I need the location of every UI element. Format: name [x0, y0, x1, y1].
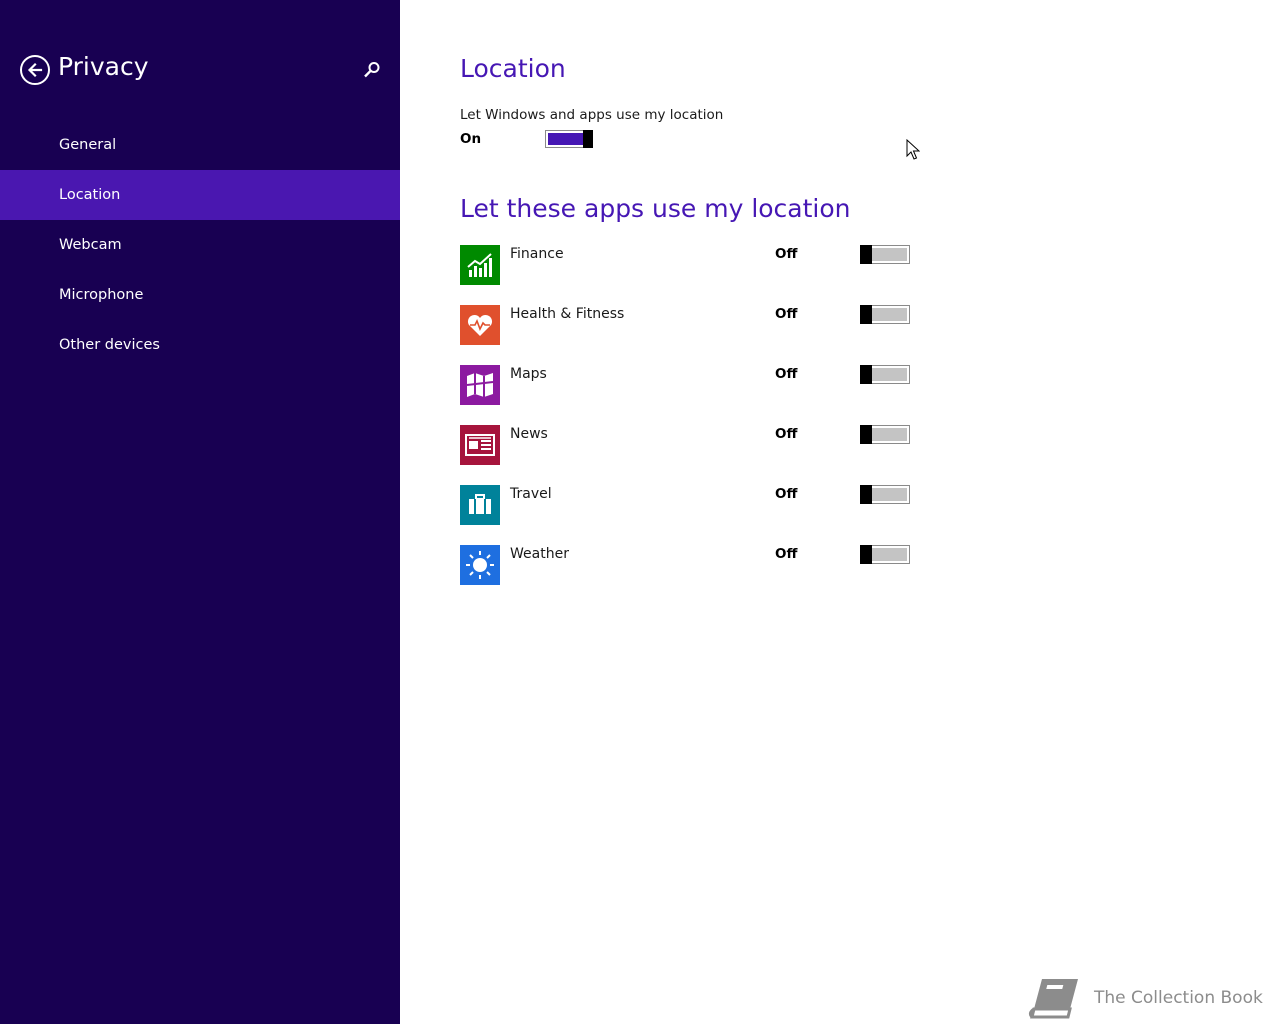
app-state: Off [775, 546, 798, 562]
toggle-fill [872, 248, 907, 261]
finance-chart-icon [460, 245, 500, 285]
app-name: Health & Fitness [510, 306, 625, 322]
main-content: Location Let Windows and apps use my loc… [400, 0, 1280, 1024]
heart-pulse-icon [460, 305, 500, 345]
toggle-fill [872, 488, 907, 501]
watermark-text: The Collection Book [1094, 988, 1263, 1008]
toggle-thumb[interactable] [860, 245, 872, 264]
toggle-fill [872, 428, 907, 441]
back-button[interactable] [20, 55, 50, 85]
app-tile [460, 305, 500, 345]
back-arrow-icon [27, 62, 43, 78]
sidebar: Privacy General Location Webcam Micropho… [0, 0, 400, 1024]
toggle-thumb[interactable] [860, 545, 872, 564]
apps-heading: Let these apps use my location [460, 194, 851, 223]
sidebar-header: Privacy [20, 52, 385, 85]
toggle-thumb[interactable] [860, 305, 872, 324]
sun-icon [460, 545, 500, 585]
search-button[interactable] [363, 61, 381, 79]
book-icon [1028, 979, 1078, 1019]
sidebar-item-label: General [59, 137, 117, 153]
app-tile [460, 425, 500, 465]
app-row-finance: Finance Off [460, 245, 920, 305]
watermark: The Collection Book [1028, 975, 1278, 1023]
sidebar-item-webcam[interactable]: Webcam [0, 220, 400, 270]
location-setting-label: Let Windows and apps use my location [460, 107, 724, 123]
app-row-weather: Weather Off [460, 545, 920, 605]
sidebar-item-label: Microphone [59, 287, 144, 303]
mouse-cursor-icon [906, 139, 920, 160]
app-name: Finance [510, 246, 564, 262]
toggle-fill [548, 133, 584, 145]
page-title: Location [460, 54, 566, 83]
app-name: Maps [510, 366, 547, 382]
search-icon [364, 62, 380, 78]
app-row-maps: Maps Off [460, 365, 920, 425]
sidebar-item-label: Other devices [59, 337, 160, 353]
newspaper-icon [460, 425, 500, 465]
app-row-travel: Travel Off [460, 485, 920, 545]
app-state: Off [775, 486, 798, 502]
app-state: Off [775, 426, 798, 442]
sidebar-item-general[interactable]: General [0, 120, 400, 170]
app-toggle-travel[interactable] [860, 485, 910, 504]
app-name: Travel [510, 486, 552, 502]
app-name: News [510, 426, 548, 442]
sidebar-item-other-devices[interactable]: Other devices [0, 320, 400, 370]
suitcase-icon [460, 485, 500, 525]
toggle-thumb[interactable] [860, 365, 872, 384]
app-toggle-maps[interactable] [860, 365, 910, 384]
location-setting-state: On [460, 131, 482, 147]
app-row-news: News Off [460, 425, 920, 485]
sidebar-nav: General Location Webcam Microphone Other… [0, 120, 400, 370]
sidebar-item-label: Location [59, 187, 121, 203]
app-tile [460, 365, 500, 405]
app-name: Weather [510, 546, 569, 562]
app-tile [460, 245, 500, 285]
app-toggle-news[interactable] [860, 425, 910, 444]
app-toggle-health-fitness[interactable] [860, 305, 910, 324]
app-toggle-weather[interactable] [860, 545, 910, 564]
app-tile [460, 545, 500, 585]
toggle-fill [872, 368, 907, 381]
app-toggle-finance[interactable] [860, 245, 910, 264]
toggle-thumb[interactable] [583, 130, 593, 148]
location-toggle[interactable] [545, 130, 593, 148]
sidebar-item-location[interactable]: Location [0, 170, 400, 220]
toggle-fill [872, 308, 907, 321]
sidebar-item-label: Webcam [59, 237, 122, 253]
app-tile [460, 485, 500, 525]
toggle-fill [872, 548, 907, 561]
map-icon [460, 365, 500, 405]
app-list: Finance Off Health & Fitness Off Maps Of… [460, 245, 920, 605]
app-state: Off [775, 366, 798, 382]
app-state: Off [775, 246, 798, 262]
sidebar-title: Privacy [58, 52, 149, 81]
app-row-health-fitness: Health & Fitness Off [460, 305, 920, 365]
toggle-thumb[interactable] [860, 485, 872, 504]
sidebar-item-microphone[interactable]: Microphone [0, 270, 400, 320]
toggle-thumb[interactable] [860, 425, 872, 444]
app-state: Off [775, 306, 798, 322]
